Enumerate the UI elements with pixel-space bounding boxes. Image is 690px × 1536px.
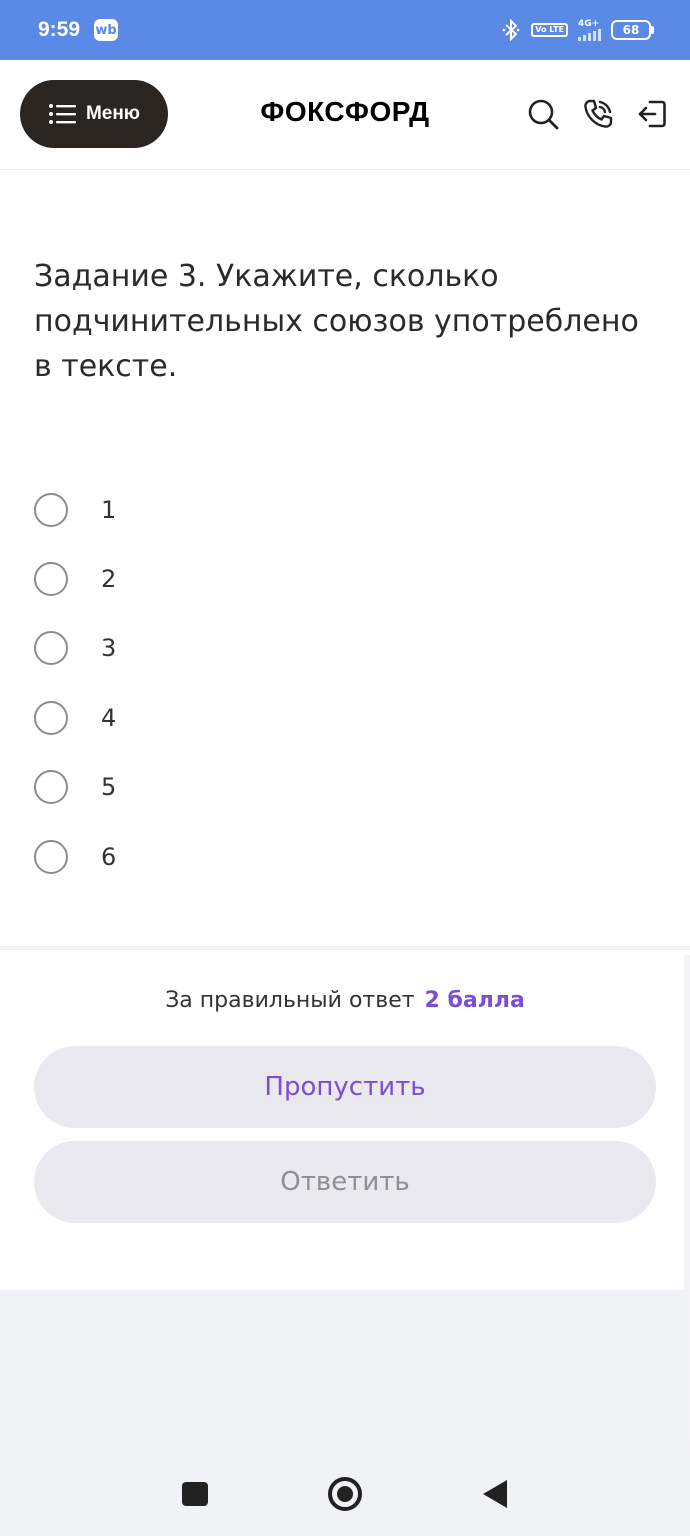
- wb-app-badge: wb: [94, 19, 119, 41]
- battery-icon: 68: [611, 20, 654, 40]
- radio-button[interactable]: [34, 492, 68, 527]
- radio-button[interactable]: [34, 562, 68, 597]
- logout-icon[interactable]: [636, 98, 668, 130]
- action-panel: За правильный ответ 2 балла Пропустить От…: [0, 950, 690, 1290]
- answer-button[interactable]: Ответить: [34, 1141, 656, 1223]
- option-label: 5: [101, 773, 117, 802]
- answer-option[interactable]: 1: [34, 475, 116, 544]
- radio-button[interactable]: [34, 839, 68, 874]
- phone-icon[interactable]: [582, 98, 614, 130]
- option-label: 1: [101, 495, 117, 524]
- question-text: Задание 3. Укажите, сколько подчинительн…: [34, 259, 639, 384]
- task-content: Задание 3. Укажите, сколько подчинительн…: [0, 170, 690, 946]
- option-label: 4: [101, 703, 117, 732]
- battery-level: 68: [611, 20, 651, 40]
- app-header: Меню ФОКСФОРД: [0, 60, 690, 170]
- points-info: За правильный ответ 2 балла: [0, 988, 690, 1013]
- answer-option[interactable]: 5: [34, 753, 116, 822]
- radio-button[interactable]: [34, 631, 68, 666]
- status-bar: 9:59 wb Vo LTE 4G+ 68: [0, 0, 690, 60]
- signal-icon: 4G+: [578, 18, 601, 41]
- answer-option[interactable]: 3: [34, 614, 116, 683]
- skip-button[interactable]: Пропустить: [34, 1046, 656, 1128]
- answer-options: 1 2 3 4 5 6: [34, 475, 116, 891]
- back-icon[interactable]: [483, 1480, 507, 1508]
- status-time: 9:59: [38, 18, 81, 41]
- answer-option[interactable]: 6: [34, 822, 116, 891]
- answer-option[interactable]: 4: [34, 683, 116, 752]
- option-label: 3: [101, 634, 117, 663]
- answer-option[interactable]: 2: [34, 544, 116, 613]
- option-label: 6: [101, 842, 117, 871]
- home-icon[interactable]: [328, 1477, 362, 1511]
- recents-icon[interactable]: [182, 1482, 208, 1506]
- option-label: 2: [101, 565, 117, 594]
- volte-badge: Vo LTE: [531, 23, 568, 37]
- scrollbar[interactable]: [684, 955, 690, 1445]
- system-nav-bar: [0, 1450, 690, 1536]
- radio-button[interactable]: [34, 700, 68, 735]
- points-label: За правильный ответ: [165, 988, 415, 1013]
- radio-button[interactable]: [34, 770, 68, 805]
- points-value: 2 балла: [424, 988, 525, 1013]
- network-type: 4G+: [578, 18, 600, 29]
- bluetooth-icon: [502, 19, 520, 41]
- search-icon[interactable]: [527, 98, 559, 130]
